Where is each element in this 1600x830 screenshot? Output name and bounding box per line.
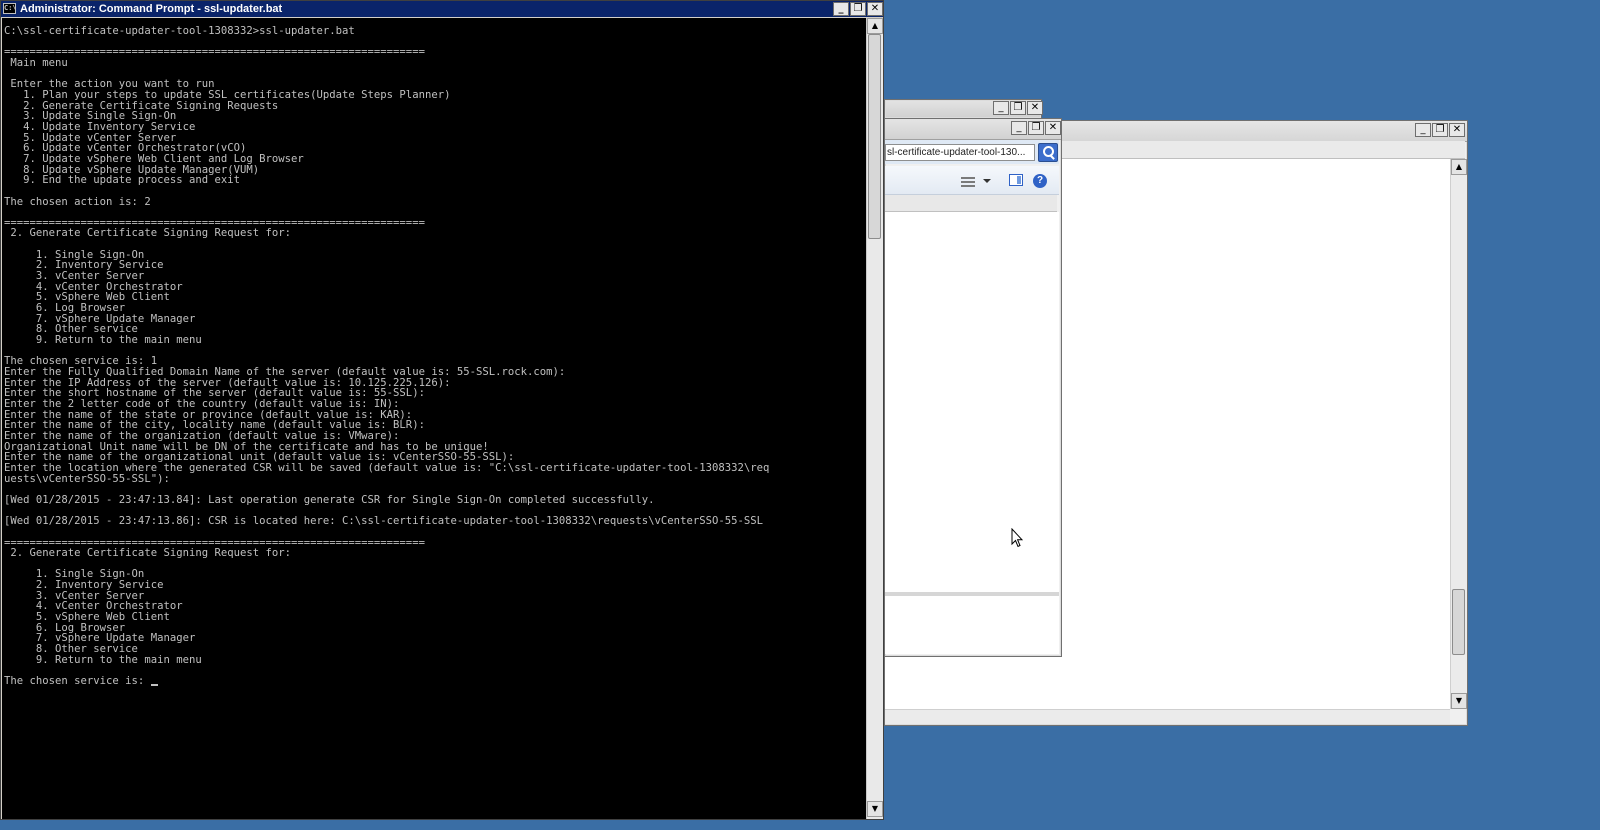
console-app-icon: C:\ [3,3,17,14]
console-line: uests\vCenterSSO-55-SSL"): [4,472,170,485]
close-button[interactable]: ✕ [1449,123,1465,137]
close-button[interactable]: ✕ [1027,101,1043,115]
background-window-small[interactable]: _ ❐ ✕ [884,99,1043,119]
close-button[interactable]: ✕ [1045,121,1061,135]
scroll-thumb[interactable] [1452,589,1465,655]
restore-button[interactable]: ❐ [850,2,866,16]
restore-button[interactable]: ❐ [1010,101,1026,115]
console-output[interactable]: C:\ssl-certificate-updater-tool-1308332>… [2,18,866,819]
console-prompt-line: The chosen service is: [4,675,151,688]
console-text: C:\ssl-certificate-updater-tool-1308332>… [2,18,866,687]
preview-pane-icon[interactable] [1009,174,1023,186]
window-controls: _ ❐ ✕ [993,101,1043,115]
text-cursor [150,684,158,687]
window-controls: _ ❐ ✕ [1415,123,1465,137]
explorer-window[interactable]: _ ❐ ✕ sl-certificate-updater-tool-130...… [884,118,1062,657]
column-header[interactable] [885,195,1057,212]
search-icon[interactable] [1038,143,1058,162]
vertical-scrollbar[interactable]: ▲ ▼ [866,18,883,819]
horizontal-scrollbar[interactable] [885,709,1450,724]
file-list-pane [885,212,1059,592]
restore-button[interactable]: ❐ [1028,121,1044,135]
search-address-input[interactable]: sl-certificate-updater-tool-130... [885,144,1035,161]
vertical-scrollbar[interactable]: ▲ ▼ [1450,159,1467,709]
console-line: [Wed 01/28/2015 - 23:47:13.86]: CSR is l… [4,515,763,528]
console-line: 9. Return to the main menu [35,653,202,666]
console-line: 9. Return to the main menu [35,334,202,347]
console-line: 9. End the update process and exit [23,174,240,187]
scroll-down-button[interactable]: ▼ [1451,693,1467,709]
help-icon[interactable]: ? [1033,174,1047,188]
window-controls: _ ❐ ✕ [1011,121,1061,135]
console-line: C:\ssl-certificate-updater-tool-1308332>… [4,25,355,37]
scroll-thumb[interactable] [868,34,881,239]
console-line: 2. Generate Certificate Signing Request … [10,547,292,560]
window-title: Administrator: Command Prompt - ssl-upda… [20,3,283,15]
minimize-button[interactable]: _ [1011,121,1027,135]
scroll-up-button[interactable]: ▲ [1451,159,1467,175]
console-line: Main menu [10,56,68,69]
scroll-up-button[interactable]: ▲ [867,18,883,34]
restore-button[interactable]: ❐ [1432,123,1448,137]
chevron-down-icon[interactable] [983,179,991,183]
console-line: 2. Generate Certificate Signing Request … [10,227,292,240]
minimize-button[interactable]: _ [1415,123,1431,137]
command-prompt-window[interactable]: C:\ Administrator: Command Prompt - ssl-… [0,0,884,820]
minimize-button[interactable]: _ [993,101,1009,115]
console-line: The chosen action is: 2 [4,195,151,208]
minimize-button[interactable]: _ [833,2,849,16]
window-title-bar[interactable]: C:\ Administrator: Command Prompt - ssl-… [1,1,883,17]
mouse-pointer-icon [1011,528,1023,548]
scroll-down-button[interactable]: ▼ [867,801,883,817]
console-line: [Wed 01/28/2015 - 23:47:13.84]: Last ope… [4,493,655,506]
close-button[interactable]: ✕ [867,2,883,16]
details-pane [885,596,1059,654]
window-controls: _ ❐ ✕ [833,2,883,16]
views-icon[interactable] [961,177,975,187]
